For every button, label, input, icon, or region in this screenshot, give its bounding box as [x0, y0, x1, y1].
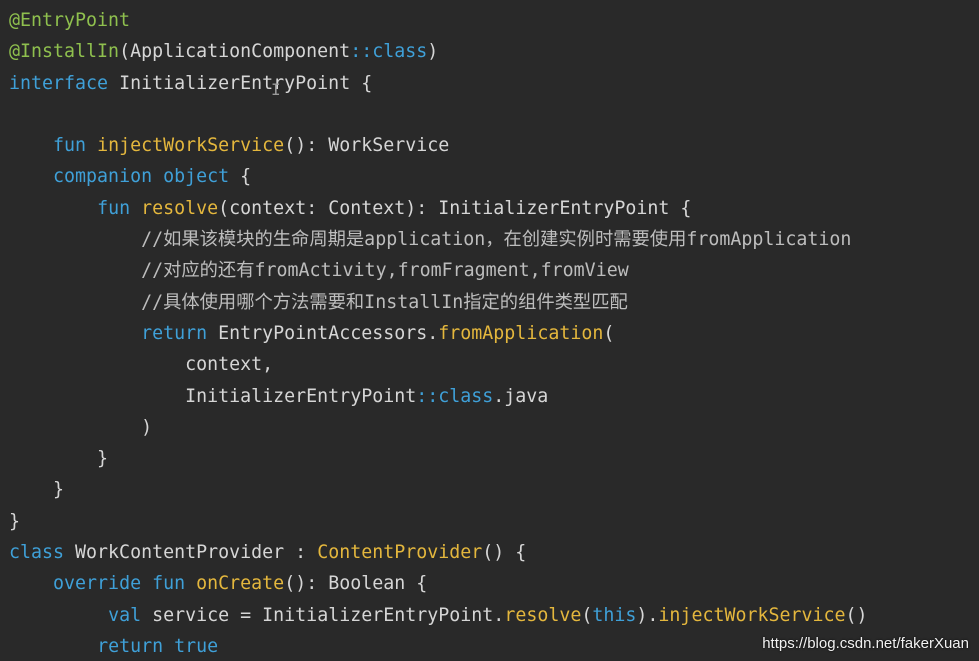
code-line[interactable]: //对应的还有fromActivity,fromFragment,fromVie…: [9, 255, 868, 286]
operator-token: ::: [350, 41, 373, 63]
code-text-token: (): WorkService: [284, 135, 450, 157]
code-text-token: .java: [493, 385, 549, 407]
function-name-token: resolve: [504, 604, 582, 626]
code-line[interactable]: return true: [9, 631, 868, 661]
keyword-token: fun: [53, 135, 87, 157]
code-text-token: InitializerEntryPoint: [9, 385, 417, 407]
annotation-token: @EntryPoint: [9, 10, 131, 31]
code-line[interactable]: @InstallIn(ApplicationComponent::class): [9, 36, 868, 67]
code-text-token: (): [845, 604, 868, 626]
code-line[interactable]: ): [9, 412, 868, 443]
keyword-token: interface: [9, 72, 109, 94]
function-name-token: injectWorkService: [97, 135, 285, 157]
code-text-token: (): Boolean {: [284, 573, 428, 595]
watermark-url: https://blog.csdn.net/fakerXuan: [762, 635, 969, 652]
code-line[interactable]: fun injectWorkService(): WorkService: [9, 130, 868, 161]
code-text-token: () {: [482, 542, 527, 564]
function-name-token: injectWorkService: [658, 604, 846, 626]
function-name-token: ContentProvider: [317, 542, 483, 564]
comment-token: //如果该模块的生命周期是application，在创建实例时需要使用fromA…: [141, 229, 852, 251]
code-line[interactable]: InitializerEntryPoint::class.java: [9, 381, 868, 412]
code-area[interactable]: @EntryPoint @InstallIn(ApplicationCompone…: [9, 5, 868, 661]
code-line[interactable]: [9, 99, 868, 130]
code-text-token: WorkContentProvider :: [64, 542, 318, 564]
keyword-token: class: [438, 385, 494, 407]
code-line[interactable]: class WorkContentProvider : ContentProvi…: [9, 537, 868, 568]
code-line[interactable]: //如果该模块的生命周期是application，在创建实例时需要使用fromA…: [9, 224, 868, 255]
function-name-token: fromApplication: [438, 322, 604, 344]
code-line[interactable]: }: [9, 474, 868, 505]
keyword-token: this: [592, 604, 637, 626]
code-line[interactable]: @EntryPoint: [9, 5, 868, 36]
keyword-token: class: [372, 41, 428, 63]
function-name-token: resolve: [141, 197, 219, 219]
code-text-token: ): [427, 41, 439, 63]
code-editor[interactable]: @EntryPoint @InstallIn(ApplicationCompone…: [0, 0, 979, 661]
code-text-token: (ApplicationComponent: [119, 41, 351, 63]
code-line[interactable]: interface InitializerEntryPoint {: [9, 68, 868, 99]
code-line[interactable]: companion object {: [9, 161, 868, 192]
code-line[interactable]: return EntryPointAccessors.fromApplicati…: [9, 318, 868, 349]
keyword-token: fun: [97, 197, 131, 219]
code-line[interactable]: fun resolve(context: Context): Initializ…: [9, 193, 868, 224]
code-line[interactable]: }: [9, 443, 868, 474]
code-text-token: (context: Context): InitializerEntryPoin…: [218, 197, 692, 219]
code-line[interactable]: //具体使用哪个方法需要和InstallIn指定的组件类型匹配: [9, 287, 868, 318]
code-text-token: InitializerEntryPoint {: [108, 72, 373, 94]
code-line[interactable]: val service = InitializerEntryPoint.reso…: [9, 600, 868, 631]
keyword-token: class: [9, 542, 65, 564]
code-line[interactable]: context,: [9, 349, 868, 380]
code-text-token: (: [603, 322, 615, 344]
keyword-token: override fun: [53, 573, 186, 595]
code-text-token: }: [9, 479, 65, 501]
code-text-token: }: [9, 448, 109, 470]
keyword-token: return: [141, 322, 208, 344]
keyword-token: return true: [97, 635, 219, 657]
code-text-token: service = InitializerEntryPoint.: [141, 604, 505, 626]
code-line[interactable]: }: [9, 506, 868, 537]
code-text-token: context,: [9, 354, 274, 376]
code-text-token: {: [229, 166, 252, 188]
code-text-token: ): [9, 416, 153, 438]
code-text-token: EntryPointAccessors.: [207, 322, 439, 344]
text-cursor-icon: I: [271, 80, 281, 99]
keyword-token: companion object: [53, 166, 230, 188]
comment-token: //具体使用哪个方法需要和InstallIn指定的组件类型匹配: [141, 291, 628, 313]
code-text-token: }: [9, 510, 21, 532]
annotation-token: @InstallIn: [9, 41, 120, 63]
code-text-token: (: [581, 604, 593, 626]
keyword-token: val: [108, 604, 142, 626]
operator-token: ::: [416, 385, 439, 407]
function-name-token: onCreate: [196, 573, 285, 595]
code-text-token: ).: [636, 604, 659, 626]
comment-token: //对应的还有fromActivity,fromFragment,fromVie…: [141, 260, 629, 282]
code-line[interactable]: override fun onCreate(): Boolean {: [9, 568, 868, 599]
